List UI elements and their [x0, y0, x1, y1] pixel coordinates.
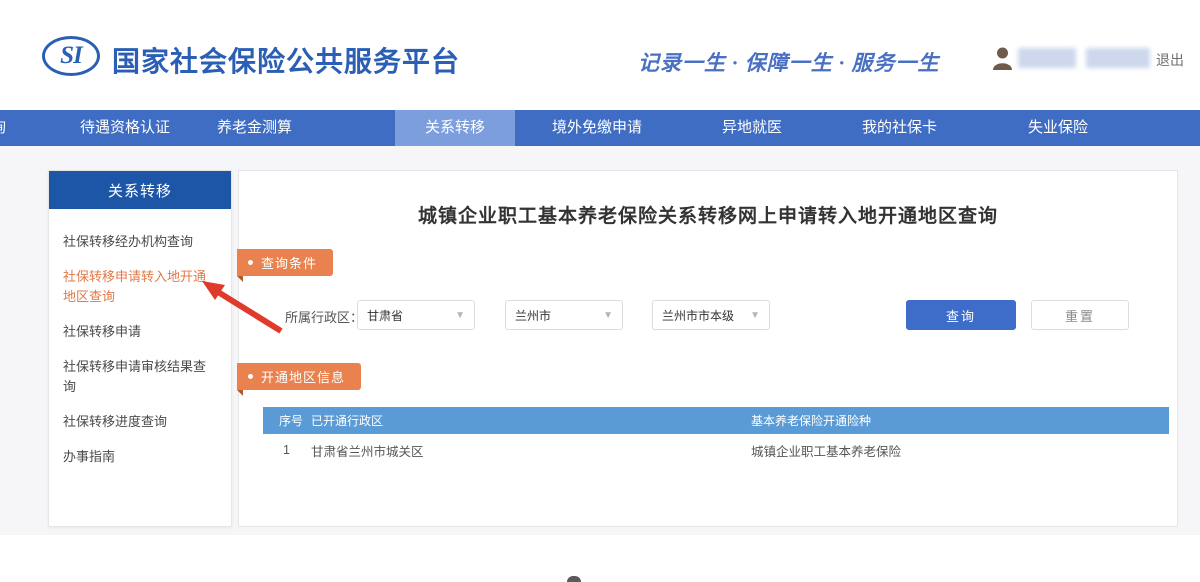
district-select[interactable]: 兰州市市本级 ▼ — [652, 300, 770, 330]
page-title: 城镇企业职工基本养老保险关系转移网上申请转入地开通地区查询 — [417, 206, 998, 227]
main-panel: 城镇企业职工基本养老保险关系转移网上申请转入地开通地区查询 查询条件 所属行政区… — [237, 170, 1179, 527]
col-header-no: 序号 — [279, 414, 304, 428]
sidebar-item-progress-query[interactable]: 社保转移进度查询 — [63, 412, 217, 432]
chevron-down-icon: ▼ — [603, 309, 613, 321]
query-condition-label: 查询条件 — [261, 256, 318, 271]
col-header-insurance: 基本养老保险开通险种 — [751, 414, 872, 428]
province-value: 甘肃省 — [367, 308, 404, 323]
page: SI 国家社会保险公共服务平台 记录一生 · 保障一生 · 服务一生 退出 询 … — [0, 0, 1200, 582]
logo-text: SI — [60, 42, 83, 69]
sidebar-item-open-region-query[interactable]: 社保转移申请转入地开通地区查询 — [63, 267, 217, 307]
header: SI 国家社会保险公共服务平台 记录一生 · 保障一生 · 服务一生 退出 — [0, 0, 1200, 104]
nav-item-remote-medical[interactable]: 异地就医 — [722, 110, 782, 146]
si-logo-icon: SI — [42, 36, 100, 76]
sidebar-item-guide[interactable]: 办事指南 — [63, 447, 217, 467]
region-label: 所属行政区： — [285, 310, 364, 325]
nav-item-benefit-certification[interactable]: 待遇资格认证 — [80, 110, 170, 146]
username-redacted-2 — [1086, 48, 1150, 68]
badge-tail — [237, 390, 243, 396]
logout-link[interactable]: 退出 — [1156, 50, 1184, 70]
bottom-partial-logo — [567, 576, 581, 582]
sidebar-item-audit-result-query[interactable]: 社保转移申请审核结果查询 — [63, 357, 217, 397]
col-header-region: 已开通行政区 — [311, 414, 384, 428]
open-region-table: 序号 已开通行政区 基本养老保险开通险种 1 甘肃省兰州市城关区 城镇企业职工基… — [263, 407, 1169, 466]
cell-no: 1 — [283, 443, 290, 457]
sidebar-title: 关系转移 — [49, 171, 231, 209]
city-value: 兰州市 — [515, 308, 552, 323]
sidebar-item-agency-query[interactable]: 社保转移经办机构查询 — [63, 232, 217, 252]
open-region-info-badge: 开通地区信息 — [237, 363, 362, 390]
nav-item-pension-calc[interactable]: 养老金测算 — [217, 110, 292, 146]
open-region-info-label: 开通地区信息 — [261, 370, 346, 385]
annotation-arrow-icon — [202, 281, 283, 334]
slogan: 记录一生 · 保障一生 · 服务一生 — [638, 51, 940, 75]
province-select[interactable]: 甘肃省 ▼ — [357, 300, 475, 330]
nav-item-overseas-exemption[interactable]: 境外免缴申请 — [552, 110, 642, 146]
nav-item-unemployment[interactable]: 失业保险 — [1028, 110, 1088, 146]
cell-insurance: 城镇企业职工基本养老保险 — [751, 444, 902, 459]
cell-region: 甘肃省兰州市城关区 — [311, 444, 424, 459]
user-avatar-icon — [993, 47, 1012, 70]
badge-bullet-icon — [248, 260, 253, 265]
district-value: 兰州市市本级 — [662, 308, 735, 323]
badge-bullet-icon — [248, 374, 253, 379]
username-redacted — [1018, 48, 1076, 68]
sidebar-menu: 社保转移经办机构查询 社保转移申请转入地开通地区查询 社保转移申请 社保转移申请… — [49, 209, 231, 490]
table-row: 1 甘肃省兰州市城关区 城镇企业职工基本养老保险 — [263, 434, 1169, 466]
nav-item-my-social-card[interactable]: 我的社保卡 — [862, 110, 937, 146]
chevron-down-icon: ▼ — [455, 309, 465, 321]
sidebar: 关系转移 社保转移经办机构查询 社保转移申请转入地开通地区查询 社保转移申请 社… — [48, 170, 232, 527]
query-form: 所属行政区： 甘肃省 ▼ 兰州市 ▼ 兰州市市本级 ▼ 查询 重置 — [239, 299, 1179, 331]
user-info — [993, 44, 1150, 72]
table-header-row: 序号 已开通行政区 基本养老保险开通险种 — [263, 407, 1169, 434]
query-button[interactable]: 查询 — [906, 300, 1016, 330]
main-nav: 询 待遇资格认证 养老金测算 关系转移 境外免缴申请 异地就医 我的社保卡 失业… — [0, 110, 1200, 146]
sidebar-item-transfer-apply[interactable]: 社保转移申请 — [63, 322, 217, 342]
reset-button[interactable]: 重置 — [1031, 300, 1129, 330]
city-select[interactable]: 兰州市 ▼ — [505, 300, 623, 330]
site-title: 国家社会保险公共服务平台 — [112, 46, 461, 77]
chevron-down-icon: ▼ — [750, 309, 760, 321]
nav-item-partial[interactable]: 询 — [0, 110, 6, 146]
nav-item-relation-transfer[interactable]: 关系转移 — [395, 110, 515, 146]
